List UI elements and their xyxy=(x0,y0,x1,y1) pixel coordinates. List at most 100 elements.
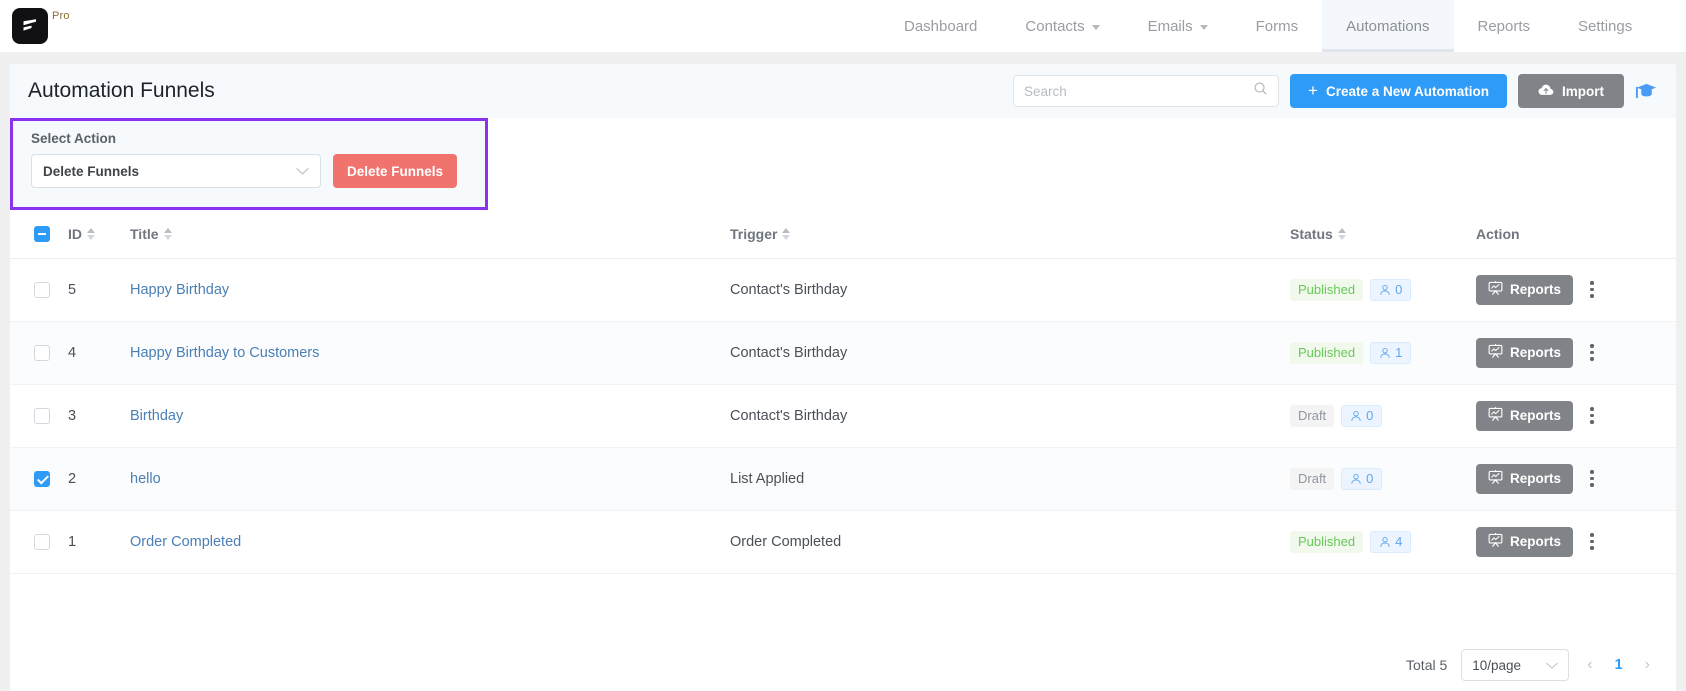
row-status-cell: Published 4 xyxy=(1290,510,1476,574)
search-box[interactable] xyxy=(1013,75,1280,107)
status-badge: Published xyxy=(1290,530,1364,553)
reports-button[interactable]: Reports xyxy=(1476,337,1574,368)
presentation-chart-icon xyxy=(1488,407,1503,424)
row-more-menu-icon[interactable] xyxy=(1585,466,1599,491)
presentation-chart-icon xyxy=(1488,470,1503,487)
person-icon xyxy=(1351,410,1361,421)
nav-item-settings[interactable]: Settings xyxy=(1554,0,1656,52)
table-row: 5 Happy Birthday Contact's Birthday Publ… xyxy=(10,258,1676,322)
row-id: 5 xyxy=(68,258,130,322)
row-more-menu-icon[interactable] xyxy=(1585,340,1599,365)
presentation-chart-icon xyxy=(1488,344,1503,361)
row-checkbox[interactable] xyxy=(34,281,50,298)
page-size-select[interactable]: 10/page xyxy=(1461,649,1570,681)
contact-count-badge: 4 xyxy=(1370,530,1412,553)
chevron-down-icon xyxy=(296,164,309,179)
nav-item-emails[interactable]: Emails xyxy=(1124,0,1232,52)
select-all-checkbox[interactable] xyxy=(34,225,50,242)
nav-item-reports[interactable]: Reports xyxy=(1454,0,1555,52)
row-title-cell: hello xyxy=(130,447,730,511)
row-checkbox[interactable] xyxy=(34,407,50,424)
row-select-cell xyxy=(10,258,68,322)
nav-label: Automations xyxy=(1346,17,1430,35)
create-button-label: Create a New Automation xyxy=(1325,83,1489,99)
status-badge: Published xyxy=(1290,341,1364,364)
funnel-title-link[interactable]: Happy Birthday xyxy=(130,282,229,298)
nav-item-dashboard[interactable]: Dashboard xyxy=(880,0,1001,52)
delete-funnels-button[interactable]: Delete Funnels xyxy=(333,154,458,188)
funnels-table-area: ID Title Trigger Status Action 5 Happy B… xyxy=(10,210,1676,691)
reports-button[interactable]: Reports xyxy=(1476,274,1574,305)
chevron-down-icon xyxy=(1546,658,1558,673)
next-page-button[interactable]: › xyxy=(1641,656,1654,674)
nav-label: Emails xyxy=(1147,17,1193,35)
row-status-cell: Draft 0 xyxy=(1290,447,1476,511)
header-id[interactable]: ID xyxy=(68,210,130,259)
graduation-cap-icon[interactable] xyxy=(1635,81,1658,101)
sort-icon[interactable] xyxy=(1337,227,1346,240)
header-title[interactable]: Title xyxy=(130,210,730,259)
funnel-title-link[interactable]: Birthday xyxy=(130,408,183,424)
reports-button[interactable]: Reports xyxy=(1476,400,1574,431)
row-more-menu-icon[interactable] xyxy=(1585,277,1599,302)
header-trigger-label: Trigger xyxy=(730,225,778,242)
nav-label: Forms xyxy=(1255,17,1299,35)
row-title-cell: Birthday xyxy=(130,384,730,448)
brand[interactable]: Pro xyxy=(0,0,70,52)
reports-button-label: Reports xyxy=(1510,282,1562,297)
plus-icon: + xyxy=(1308,81,1318,100)
bulk-action-select[interactable]: Delete Funnels xyxy=(31,154,321,188)
row-checkbox[interactable] xyxy=(34,344,50,361)
row-trigger: Order Completed xyxy=(730,510,1290,574)
table-row: 4 Happy Birthday to Customers Contact's … xyxy=(10,321,1676,385)
row-more-menu-icon[interactable] xyxy=(1585,403,1599,428)
create-new-automation-button[interactable]: + Create a New Automation xyxy=(1290,74,1507,108)
prev-page-button[interactable]: ‹ xyxy=(1583,656,1596,674)
pagination: Total 5 10/page ‹ 1 › xyxy=(1406,649,1654,681)
import-button-label: Import xyxy=(1562,83,1604,99)
status-badge: Published xyxy=(1290,278,1364,301)
row-trigger: Contact's Birthday xyxy=(730,258,1290,322)
row-select-cell xyxy=(10,447,68,511)
row-checkbox[interactable] xyxy=(34,470,50,487)
sort-icon[interactable] xyxy=(782,227,791,240)
sort-icon[interactable] xyxy=(163,227,172,240)
row-trigger: List Applied xyxy=(730,447,1290,511)
header-trigger[interactable]: Trigger xyxy=(730,210,1290,259)
import-button[interactable]: Import xyxy=(1518,74,1624,108)
funnel-title-link[interactable]: Happy Birthday to Customers xyxy=(130,345,319,361)
row-action-cell: Reports xyxy=(1476,258,1676,322)
main-nav: Dashboard Contacts Emails Forms Automati… xyxy=(880,0,1656,52)
funnel-title-link[interactable]: hello xyxy=(130,471,161,487)
header-id-label: ID xyxy=(68,225,82,242)
contact-count-badge: 0 xyxy=(1341,404,1383,427)
reports-button[interactable]: Reports xyxy=(1476,463,1574,494)
contact-count-badge: 0 xyxy=(1370,278,1412,301)
row-select-cell xyxy=(10,321,68,385)
row-id: 4 xyxy=(68,321,130,385)
card-header: Automation Funnels + Create a New Automa… xyxy=(10,64,1676,118)
nav-item-automations[interactable]: Automations xyxy=(1322,0,1454,52)
select-action-label: Select Action xyxy=(31,131,117,146)
top-navigation-bar: Pro Dashboard Contacts Emails Forms Auto… xyxy=(0,0,1686,52)
page-title: Automation Funnels xyxy=(28,79,215,102)
header-title-label: Title xyxy=(130,225,159,242)
sort-icon[interactable] xyxy=(87,227,95,240)
delete-funnels-label: Delete Funnels xyxy=(347,163,444,179)
nav-item-forms[interactable]: Forms xyxy=(1232,0,1323,52)
search-icon[interactable] xyxy=(1253,81,1268,101)
funnel-title-link[interactable]: Order Completed xyxy=(130,534,241,550)
page-number-1[interactable]: 1 xyxy=(1611,657,1627,673)
row-status-cell: Published 0 xyxy=(1290,258,1476,322)
header-status[interactable]: Status xyxy=(1290,210,1476,259)
reports-button[interactable]: Reports xyxy=(1476,526,1574,557)
row-checkbox[interactable] xyxy=(34,533,50,550)
row-status-cell: Published 1 xyxy=(1290,321,1476,385)
reports-button-label: Reports xyxy=(1510,345,1562,360)
row-more-menu-icon[interactable] xyxy=(1585,529,1599,554)
contact-count-value: 0 xyxy=(1366,471,1374,486)
presentation-chart-icon xyxy=(1488,533,1503,550)
search-input[interactable] xyxy=(1024,83,1254,99)
nav-item-contacts[interactable]: Contacts xyxy=(1001,0,1123,52)
row-title-cell: Happy Birthday xyxy=(130,258,730,322)
